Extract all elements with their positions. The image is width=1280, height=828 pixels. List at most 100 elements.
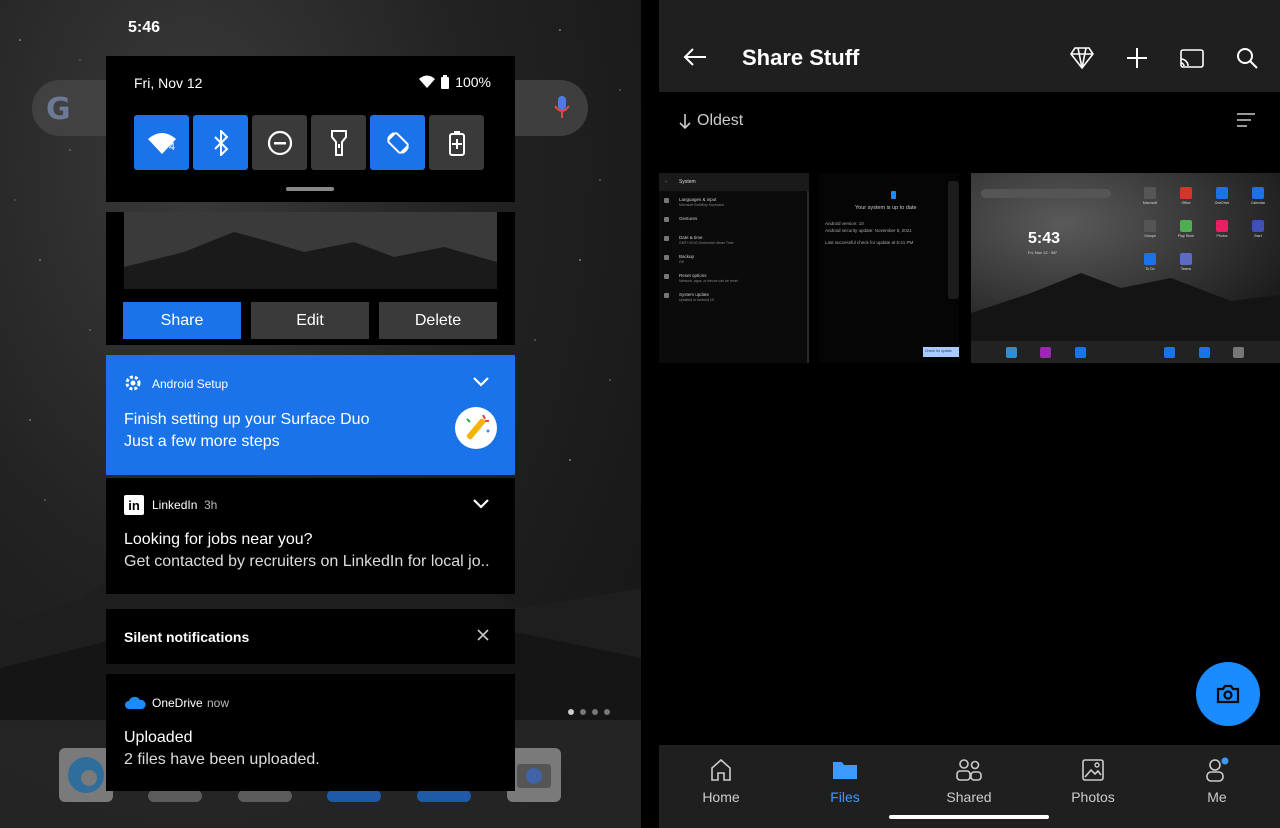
settings-item-title: Date & time [679,235,703,240]
profile-icon [1206,757,1229,782]
silent-notifications-header: Silent notifications [106,609,515,664]
notification-app-name: LinkedIn [152,498,198,512]
update-line-3: Last successful check for update at 5:41… [825,240,914,245]
qs-date: Fri, Nov 12 [134,75,203,91]
dnd-tile[interactable] [252,115,307,170]
home-app-label: Teams [1180,267,1192,271]
search-icon[interactable] [1236,47,1258,69]
home-app-label: Microsoft [1142,201,1158,205]
settings-header: System [679,179,696,185]
view-options-icon[interactable] [1236,112,1256,128]
left-screen: G 5:46 Fri, Nov 12 100% 4 Share Edit Del… [0,0,641,828]
home-app-icon [1216,220,1228,232]
settings-item-icon [664,236,669,241]
settings-item-subtitle: Updated to Android 10 [679,298,714,302]
settings-item-title: Gestures [679,216,698,221]
arrow-down-icon [679,114,691,129]
status-time: 5:46 [128,19,161,36]
gesture-home-bar[interactable] [889,815,1049,819]
notification-text: Just a few more steps [124,433,280,450]
dual-screen: G 5:46 Fri, Nov 12 100% 4 Share Edit Del… [0,0,1280,828]
linkedin-notification[interactable]: in LinkedIn 3h Looking for jobs near you… [106,478,515,594]
bluetooth-tile[interactable] [193,115,248,170]
android-setup-notification[interactable]: Android Setup Finish setting up your Sur… [106,355,515,475]
notification-app-name: Android Setup [152,377,229,391]
dock-app-icon[interactable] [417,790,471,802]
camera-app-icon[interactable] [507,748,561,802]
home-app-icon [1144,220,1156,232]
update-title: Your system is up to date [855,205,917,211]
home-app-label: Play Store [1177,234,1195,238]
back-arrow-icon[interactable] [683,47,707,67]
camera-fab[interactable] [1196,662,1260,726]
file-thumbnail[interactable]: ← System Languages & input Microsoft Swif… [659,173,809,363]
cast-icon[interactable] [1180,47,1204,69]
settings-item-subtitle: Network, apps, or device can be reset [679,279,738,283]
mic-icon[interactable] [554,94,570,120]
sort-button[interactable]: Oldest [679,112,743,130]
home-clock: 5:43 [1028,230,1061,247]
page-title: Share Stuff [742,45,860,70]
nav-files[interactable]: Files [795,755,895,805]
notification-title: Looking for jobs near you? [124,531,313,548]
wifi-tile[interactable]: 4 [134,115,189,170]
nav-shared[interactable]: Shared [919,755,1019,805]
settings-item-icon [664,198,669,203]
nav-home[interactable]: Home [671,755,771,805]
battery-saver-tile[interactable] [429,115,484,170]
notification-time: 3h [204,498,218,512]
photos-icon [1082,759,1104,781]
nav-label: Home [702,789,740,805]
delete-button[interactable]: Delete [379,302,497,339]
battery-icon [441,75,450,89]
edit-button[interactable]: Edit [251,302,369,339]
dock-app-icon[interactable] [327,790,381,802]
notification-title: Uploaded [124,729,193,746]
wifi-badge: 4 [168,141,175,153]
add-icon[interactable] [1126,47,1148,69]
bottom-navigation: Home Files Shared Photos Me [659,745,1280,828]
nav-photos[interactable]: Photos [1043,755,1143,805]
diamond-icon[interactable] [1070,47,1094,69]
hinge [641,0,659,828]
settings-item-icon [664,293,669,298]
dock-app-icon[interactable] [148,790,202,802]
quick-settings-panel: Fri, Nov 12 100% 4 [106,56,515,202]
flashlight-tile[interactable] [311,115,366,170]
do-not-disturb-icon [267,130,292,155]
settings-item-title: Reset options [679,273,707,278]
battery-saver-icon [448,130,465,156]
auto-rotate-tile[interactable] [370,115,425,170]
chevron-down-icon[interactable] [473,499,489,509]
dock-app-icon[interactable] [238,790,292,802]
shared-people-icon [956,759,982,781]
nav-label: Shared [946,789,992,805]
file-thumbnail[interactable]: 5:43 Fri, Nov 12 · 58° Microsoft Office On… [971,173,1280,363]
edge-icon[interactable] [59,748,113,802]
qs-drag-handle[interactable] [286,187,334,191]
screenshot-notification[interactable]: Share Edit Delete [106,212,515,345]
nav-label: Files [830,789,860,805]
home-app-icon [1252,187,1264,199]
qs-tiles: 4 [134,115,484,170]
notification-time: now [207,696,230,710]
nav-label: Me [1207,789,1227,805]
folder-icon [833,762,857,779]
onedrive-notification[interactable]: OneDrive now Uploaded 2 files have been … [106,674,515,791]
home-date: Fri, Nov 12 · 58° [1028,250,1058,255]
settings-item-icon [664,274,669,279]
file-thumbnail[interactable]: Your system is up to date Android versio… [819,173,959,363]
settings-item-title: Backup [679,254,695,259]
close-icon[interactable] [477,629,489,641]
battery-percent: 100% [455,74,491,90]
share-button[interactable]: Share [123,302,241,339]
chevron-down-icon[interactable] [473,377,489,387]
sort-bar: Oldest [659,92,1280,152]
home-page-indicator [568,709,610,715]
notification-app-name: OneDrive [152,696,203,710]
nav-label: Photos [1071,789,1115,805]
settings-item-subtitle: GMT+00:00 Greenwich Mean Time [679,241,734,245]
nav-me[interactable]: Me [1167,755,1267,805]
camera-icon [1216,684,1240,704]
settings-item-icon [664,217,669,222]
